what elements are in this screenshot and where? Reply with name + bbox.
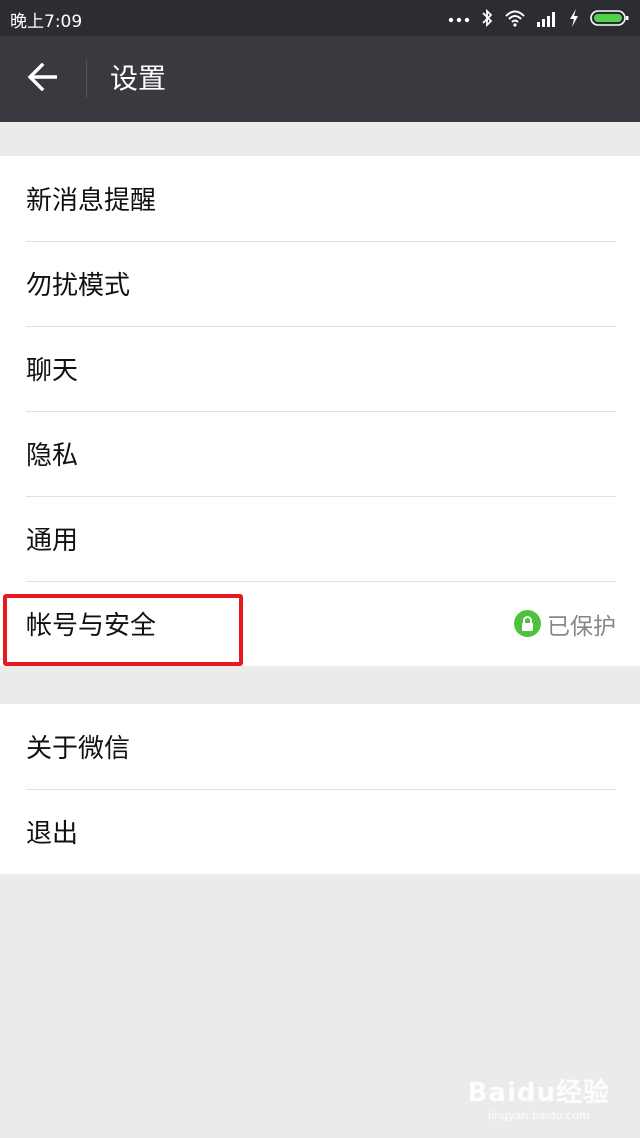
baidu-jingyan-watermark: Baidu经验 jingyan.baidu.com xyxy=(468,1072,610,1122)
settings-item-general[interactable]: 通用 xyxy=(0,496,640,581)
highlight-annotation-box xyxy=(3,594,243,666)
status-text: 已保护 xyxy=(547,613,616,640)
status-time: 晚上7:09 xyxy=(10,12,83,32)
settings-item-chat[interactable]: 聊天 xyxy=(0,326,640,411)
more-dots-icon xyxy=(448,8,470,28)
account-protection-status: 已保护 xyxy=(514,581,616,666)
settings-item-label: 勿扰模式 xyxy=(26,271,131,301)
back-button[interactable] xyxy=(20,58,66,100)
settings-group-secondary: 关于微信 退出 xyxy=(0,704,640,874)
charging-icon xyxy=(568,8,580,28)
app-bar: 设置 xyxy=(0,36,640,122)
settings-item-label: 聊天 xyxy=(26,356,79,386)
settings-group-main: 新消息提醒 勿扰模式 聊天 隐私 通用 帐号与安全 已保护 xyxy=(0,156,640,666)
lock-icon xyxy=(514,610,541,637)
settings-item-about-wechat[interactable]: 关于微信 xyxy=(0,704,640,789)
app-bar-divider xyxy=(86,60,87,98)
watermark-url: jingyan.baidu.com xyxy=(488,1109,590,1122)
bluetooth-icon xyxy=(480,8,494,28)
settings-item-label: 退出 xyxy=(26,819,79,849)
status-icons xyxy=(448,8,630,28)
settings-item-label: 隐私 xyxy=(26,441,79,471)
status-bar: 晚上7:09 xyxy=(0,0,640,36)
settings-item-do-not-disturb[interactable]: 勿扰模式 xyxy=(0,241,640,326)
settings-item-label: 新消息提醒 xyxy=(26,186,157,216)
settings-item-privacy[interactable]: 隐私 xyxy=(0,411,640,496)
battery-icon xyxy=(590,8,630,28)
page-title: 设置 xyxy=(110,62,167,95)
settings-item-new-message-alert[interactable]: 新消息提醒 xyxy=(0,156,640,241)
settings-item-label: 关于微信 xyxy=(26,734,131,764)
wifi-icon xyxy=(504,8,526,28)
signal-icon xyxy=(536,8,558,28)
back-arrow-icon xyxy=(27,62,59,95)
settings-item-logout[interactable]: 退出 xyxy=(0,789,640,874)
watermark-brand: Baidu经验 xyxy=(467,1078,610,1108)
settings-item-label: 通用 xyxy=(26,526,79,556)
